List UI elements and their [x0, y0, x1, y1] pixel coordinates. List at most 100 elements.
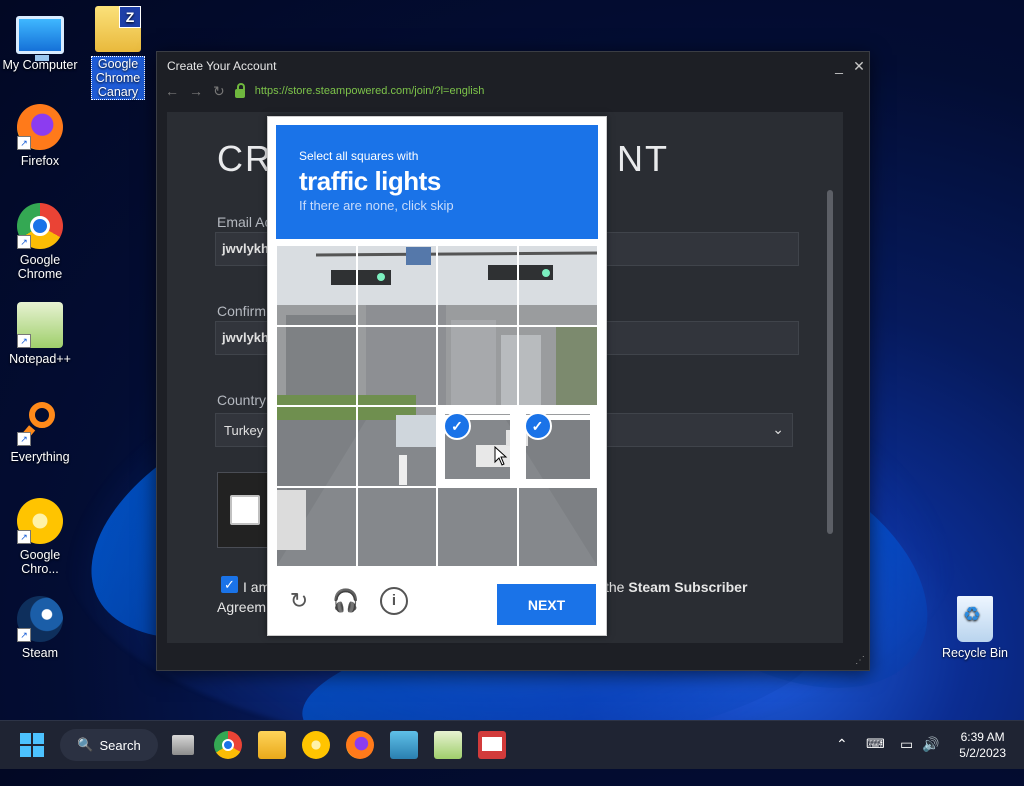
captcha-tile[interactable] [437, 325, 518, 406]
archive-folder-icon: Z [95, 6, 141, 52]
captcha-tile[interactable]: ✓ [517, 406, 598, 487]
forward-arrow-icon[interactable]: → [189, 83, 203, 99]
desktop-icon-my-computer[interactable]: My Computer [0, 8, 80, 72]
network-icon[interactable]: ▭ [900, 736, 913, 753]
clock-date: 5/2/2023 [959, 746, 1006, 760]
desktop-icon-recycle-bin[interactable]: ♻ Recycle Bin [935, 596, 1015, 660]
next-button[interactable]: NEXT [497, 584, 596, 625]
reload-icon[interactable]: ↻ [285, 587, 313, 615]
desktop-icon-label: Google Chro... [19, 548, 61, 576]
back-arrow-icon[interactable]: ← [165, 83, 179, 99]
recycle-bin-icon: ♻ [957, 596, 993, 642]
headphones-icon[interactable]: 🎧 [332, 587, 360, 615]
taskbar-search-button[interactable]: 🔍 Search [60, 729, 158, 761]
info-icon[interactable]: i [380, 587, 408, 615]
captcha-target: traffic lights [299, 166, 441, 196]
search-magnifier-icon: ↗ [17, 400, 63, 446]
mouse-cursor-icon [494, 446, 508, 466]
volume-icon[interactable]: 🔊 [922, 736, 939, 753]
taskbar: 🔍 Search ⌃ ⌨ ▭ 🔊 6:39 AM 5/2/2023 [0, 720, 1024, 769]
subscriber-agreement-link[interactable]: Steam Subscriber [628, 579, 747, 595]
chrome-taskbar-icon[interactable] [214, 731, 242, 759]
windows-start-icon[interactable] [20, 733, 44, 757]
search-icon: 🔍 [77, 737, 94, 752]
captcha-tile[interactable] [437, 486, 518, 567]
task-view-icon[interactable] [172, 735, 194, 755]
recaptcha-checkbox[interactable] [230, 495, 260, 525]
url-text[interactable]: https://store.steampowered.com/join/?l=e… [255, 85, 485, 97]
captcha-footer: ↻ 🎧 i NEXT [268, 573, 606, 635]
captcha-tile[interactable] [437, 245, 518, 326]
desktop-icon-steam[interactable]: ↗ Steam [0, 596, 80, 660]
captcha-tile[interactable] [276, 325, 357, 406]
desktop-icon-label: Google Chrome Canary [91, 56, 145, 100]
clock-time: 6:39 AM [960, 730, 1005, 744]
desktop-icon-chrome-canary[interactable]: Z Google Chrome Canary [78, 6, 158, 100]
desktop-icon-label: Notepad++ [9, 352, 71, 366]
desktop-icon-firefox[interactable]: ↗ Firefox [0, 104, 80, 168]
confirm-email-label: Confirm [217, 303, 267, 319]
chrome-icon: ↗ [17, 203, 63, 249]
captcha-hint: If there are none, click skip [299, 198, 454, 213]
captcha-tile[interactable] [276, 486, 357, 567]
file-explorer-icon[interactable] [258, 731, 286, 759]
chevron-down-icon: ⌄ [772, 421, 784, 437]
desktop-icon-chrome-canary-shortcut[interactable]: ↗ Google Chro... [0, 498, 80, 576]
steam-icon: ↗ [17, 596, 63, 642]
firefox-taskbar-icon[interactable] [346, 731, 374, 759]
captcha-tile[interactable] [517, 486, 598, 567]
page-title: CR [217, 138, 273, 179]
desktop-icon-notepadpp[interactable]: ↗ Notepad++ [0, 302, 80, 366]
desktop-icon-label: Everything [10, 450, 70, 464]
desktop-icon-label: Firefox [20, 154, 60, 168]
window-title: Create Your Account [167, 59, 277, 73]
captcha-tile[interactable] [276, 406, 357, 487]
close-button[interactable]: ✕ [849, 58, 869, 75]
captcha-tile[interactable] [276, 245, 357, 326]
captcha-tile[interactable] [517, 245, 598, 326]
scrollbar[interactable] [827, 190, 833, 534]
captcha-tile[interactable] [517, 325, 598, 406]
captcha-instruction: Select all squares with [299, 149, 419, 163]
desktop-icon-label: Steam [21, 646, 59, 660]
page-title-end: NT [617, 138, 669, 179]
captcha-tiles: ✓ ✓ [276, 245, 598, 567]
chrome-canary-icon: ↗ [17, 498, 63, 544]
computer-icon [16, 16, 64, 61]
app-taskbar-icon[interactable] [478, 731, 506, 759]
captcha-tile[interactable] [356, 245, 437, 326]
country-value: Turkey [224, 423, 264, 438]
resize-grip-icon[interactable]: ⋰ [855, 655, 865, 666]
remote-desktop-icon[interactable] [390, 731, 418, 759]
desktop-icon-label: Google Chrome [17, 253, 63, 281]
search-label: Search [99, 737, 141, 753]
desktop-icon-google-chrome[interactable]: ↗ Google Chrome [0, 203, 80, 281]
agreement-text-line2: Agreem [217, 599, 267, 615]
agreement-tail-prefix: the [605, 579, 629, 595]
address-bar: ← → ↻ https://store.steampowered.com/joi… [157, 80, 869, 102]
notepadpp-taskbar-icon[interactable] [434, 731, 462, 759]
agreement-checkbox[interactable]: ✓ [221, 576, 238, 593]
country-label: Country [217, 392, 267, 408]
lock-icon [234, 82, 245, 98]
firefox-icon: ↗ [17, 104, 63, 150]
captcha-challenge: Select all squares with traffic lights I… [267, 116, 607, 636]
captcha-tile[interactable] [356, 406, 437, 487]
email-label: Email Ac [217, 214, 272, 230]
captcha-tile[interactable] [356, 325, 437, 406]
checkmark-icon: ✓ [523, 412, 552, 440]
desktop-icon-label: Recycle Bin [942, 646, 1008, 660]
chevron-up-icon[interactable]: ⌃ [836, 736, 848, 753]
notepadpp-icon: ↗ [17, 302, 63, 348]
title-bar[interactable]: Create Your Account _ ✕ [157, 52, 869, 80]
chrome-canary-taskbar-icon[interactable] [302, 731, 330, 759]
minimize-button[interactable]: _ [829, 58, 849, 74]
desktop-icon-everything[interactable]: ↗ Everything [0, 400, 80, 464]
captcha-tile[interactable] [356, 486, 437, 567]
agreement-text-tail: the Steam Subscriber [605, 579, 747, 595]
clock[interactable]: 6:39 AM 5/2/2023 [959, 729, 1006, 761]
checkmark-icon: ✓ [443, 412, 471, 440]
keyboard-icon[interactable]: ⌨ [866, 736, 885, 752]
reload-icon[interactable]: ↻ [213, 83, 225, 100]
captcha-header: Select all squares with traffic lights I… [276, 125, 598, 239]
